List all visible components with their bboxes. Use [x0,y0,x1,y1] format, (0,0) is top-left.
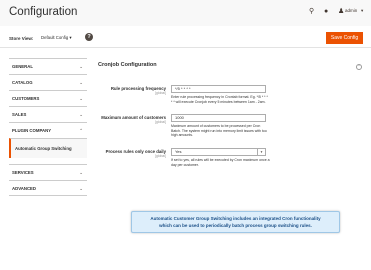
sidebar-item-label: PLUGIN COMPANY [12,128,52,133]
frequency-input[interactable]: */5 * * * * [171,85,266,93]
chevron-down-icon: ⌄ [79,186,83,191]
collapse-icon[interactable]: ⌃ [356,64,362,70]
section-title[interactable]: Cronjob Configuration [98,62,157,68]
caption-line: Automatic Customer Group Switching inclu… [150,216,321,221]
store-view-value: Default Config [41,35,69,40]
field-note: Enter rule processing frequency in Cront… [171,95,281,104]
search-icon[interactable]: ⚲ [309,8,314,16]
scope-label: [global] [155,154,166,158]
field-note-line: high amounts. [171,133,193,137]
once-daily-select[interactable]: Yes ▾ [171,148,266,156]
sidebar-item-advanced[interactable]: ADVANCED ⌄ [9,180,87,196]
store-view-label: Store View: [9,36,34,41]
chevron-down-icon: ⌄ [79,64,83,69]
help-icon[interactable]: ? [85,33,93,41]
chevron-down-icon: ⌄ [79,170,83,175]
user-icon[interactable]: ♟ [338,8,344,16]
page-title: Configuration [9,6,78,18]
sidebar-item-services[interactable]: SERVICES ⌄ [9,164,87,180]
sidebar-item-label: CATALOG [12,80,33,85]
sidebar-item-label: ADVANCED [12,186,37,191]
config-sidebar: GENERAL ⌄ CATALOG ⌄ CUSTOMERS ⌄ SALES ⌄ PLUG… [9,58,87,196]
save-config-button[interactable]: Save Config [326,32,363,44]
once-daily-value: Yes [175,149,182,154]
chevron-down-icon[interactable]: ▾ [361,8,363,14]
field-note: Maximum amount of customers to be proces… [171,124,281,138]
field-note-line: Enter rule processing frequency in Cront… [171,95,268,99]
feature-caption: Automatic Customer Group Switching inclu… [131,211,340,233]
store-view-select[interactable]: Default Config ▾ [41,35,72,41]
field-note: If set to yes, all rules will be execute… [171,158,281,167]
chevron-up-icon: ⌃ [79,128,83,133]
field-note-line: day per customer. [171,162,199,167]
scope-label: [global] [155,120,166,124]
store-view-bar: Store View: Default Config ▾ ? Save Conf… [0,26,371,48]
sidebar-item-label: GENERAL [12,64,34,69]
admin-account-label[interactable]: admin [345,8,357,13]
scope-label: [global] [155,91,166,95]
sidebar-item-general[interactable]: GENERAL ⌄ [9,58,87,74]
sidebar-item-plugin-company[interactable]: PLUGIN COMPANY ⌃ [9,122,87,138]
sidebar-item-label: SERVICES [12,170,34,175]
field-note-line: * * will execute Cronjob every 5 minutes… [171,99,266,104]
caption-line: which can be used to periodically batch … [159,222,312,228]
sidebar-item-label: CUSTOMERS [12,96,40,101]
field-note-line: If set to yes, all rules will be execute… [171,158,270,162]
bell-icon[interactable]: ● [324,8,328,16]
sidebar-item-label: SALES [12,112,27,117]
page-header: Configuration ⚲ ● ♟ admin ▾ [0,0,371,26]
chevron-down-icon: ▾ [257,149,265,155]
max-customers-input[interactable]: 1000 [171,114,266,122]
